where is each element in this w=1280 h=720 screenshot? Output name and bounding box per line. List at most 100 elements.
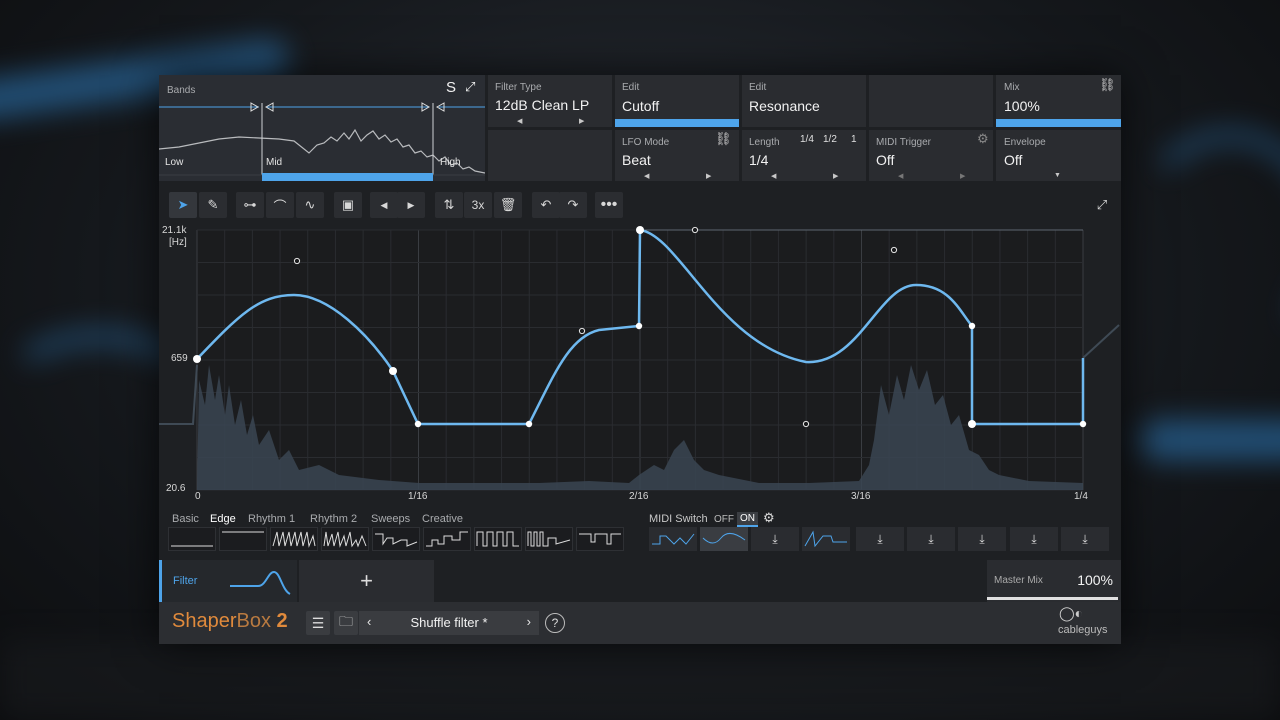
midi-slot-empty[interactable]: ⤓ <box>1010 527 1058 551</box>
midi-slot-shape[interactable] <box>802 527 850 551</box>
link-icon[interactable]: ⛓ <box>1099 77 1116 93</box>
preset-shape-pulse[interactable] <box>525 527 573 551</box>
bands-panel[interactable]: Bands S ⤢ Low Mid High <box>159 75 485 181</box>
shift-right-button[interactable]: ▶ <box>397 192 425 218</box>
more-button[interactable]: ••• <box>595 192 623 218</box>
tab-rhythm-1[interactable]: Rhythm 1 <box>248 513 295 525</box>
s-curve-shape-button[interactable]: ∿ <box>296 192 324 218</box>
length-option[interactable]: 1 <box>851 134 857 145</box>
gear-icon[interactable]: ⚙ <box>763 510 775 526</box>
dropdown-arrow-icon[interactable]: ▼ <box>1054 172 1061 179</box>
mix-level-bar[interactable] <box>996 119 1121 127</box>
shape-graph[interactable] <box>159 225 1121 505</box>
tab-edge[interactable]: Edge <box>210 513 236 525</box>
preset-shape-square[interactable] <box>474 527 522 551</box>
curve-handle[interactable] <box>890 246 898 254</box>
prev-arrow-icon[interactable]: ◀ <box>517 117 522 125</box>
lfo-mode-panel[interactable]: LFO Mode ⛓ Beat ◀ ▶ <box>615 130 739 181</box>
delete-button[interactable]: 🗑 <box>494 192 522 218</box>
filter-type-panel[interactable]: Filter Type 12dB Clean LP ◀ ▶ <box>488 75 612 127</box>
curve-shape-button[interactable]: ⌒ <box>266 192 294 218</box>
master-mix-panel[interactable]: Master Mix 100% <box>987 560 1121 602</box>
fullscreen-button[interactable]: ⤢ <box>1088 192 1116 218</box>
node-point[interactable] <box>193 355 201 363</box>
preset-shape-flat-high[interactable] <box>219 527 267 551</box>
midi-slot-empty[interactable]: ⤓ <box>907 527 955 551</box>
midi-switch-on[interactable]: ON <box>737 512 758 527</box>
preset-shape-spikes[interactable] <box>321 527 369 551</box>
y-axis-unit: [Hz] <box>169 237 187 248</box>
midi-slot-shape[interactable] <box>700 527 748 551</box>
node-point[interactable] <box>525 420 533 428</box>
expand-icon[interactable]: ⤢ <box>465 79 475 95</box>
prev-arrow-icon[interactable]: ◀ <box>771 172 776 180</box>
master-mix-level-bar[interactable] <box>987 597 1118 600</box>
folder-button[interactable]: 🗀 <box>334 611 358 635</box>
midi-slot-shape[interactable] <box>649 527 697 551</box>
undo-button[interactable]: ↶ <box>532 192 560 218</box>
prev-arrow-icon[interactable]: ◀ <box>898 172 903 180</box>
length-option[interactable]: 1/4 <box>800 134 814 145</box>
gear-icon[interactable]: ⚙ <box>977 131 989 147</box>
edit-cutoff-panel[interactable]: Edit Cutoff <box>615 75 739 127</box>
node-point[interactable] <box>636 226 644 234</box>
midi-switch-off[interactable]: OFF <box>714 514 734 525</box>
preset-shape-gate[interactable] <box>576 527 624 551</box>
solo-button[interactable]: S <box>446 79 456 96</box>
preset-shape-steps-down[interactable] <box>372 527 420 551</box>
next-preset-icon[interactable]: › <box>527 614 531 629</box>
download-icon: ⤓ <box>928 531 934 546</box>
length-panel[interactable]: Length 1/4 1/2 1 1/4 ◀ ▶ <box>742 130 866 181</box>
shift-left-button[interactable]: ◀ <box>370 192 398 218</box>
tab-sweeps[interactable]: Sweeps <box>371 513 410 525</box>
next-arrow-icon[interactable]: ▶ <box>706 172 711 180</box>
next-arrow-icon[interactable]: ▶ <box>960 172 965 180</box>
next-arrow-icon[interactable]: ▶ <box>579 117 584 125</box>
menu-button[interactable]: ☰ <box>306 611 330 635</box>
x-axis-label: 3/16 <box>851 491 871 502</box>
node-point[interactable] <box>968 420 976 428</box>
prev-arrow-icon[interactable]: ◀ <box>644 172 649 180</box>
midi-slot-empty[interactable]: ⤓ <box>856 527 904 551</box>
tab-basic[interactable]: Basic <box>172 513 199 525</box>
envelope-panel[interactable]: Envelope Off ▼ <box>996 130 1121 181</box>
draw-tool-button[interactable]: ✎ <box>199 192 227 218</box>
preset-shape-saw[interactable] <box>270 527 318 551</box>
help-icon[interactable]: ? <box>545 613 565 633</box>
mix-panel[interactable]: Mix ⛓ 100% <box>996 75 1121 127</box>
curve-handle[interactable] <box>293 257 301 265</box>
midi-slot-empty[interactable]: ⤓ <box>751 527 799 551</box>
node-point[interactable] <box>389 367 397 375</box>
x-axis-label: 2/16 <box>629 491 649 502</box>
tab-rhythm-2[interactable]: Rhythm 2 <box>310 513 357 525</box>
preset-shape-flat-low[interactable] <box>168 527 216 551</box>
midi-slot-empty[interactable]: ⤓ <box>1061 527 1109 551</box>
node-point[interactable] <box>968 322 976 330</box>
node-point[interactable] <box>414 420 422 428</box>
shape-editor[interactable]: 21.1k [Hz] 659 20.6 0 1/16 2/16 3/16 1/4 <box>159 225 1121 505</box>
curve-handle[interactable] <box>691 226 699 234</box>
redo-button[interactable]: ↷ <box>559 192 587 218</box>
pointer-tool-button[interactable]: ➤ <box>169 192 197 218</box>
curve-handle[interactable] <box>802 420 810 428</box>
midi-slot-empty[interactable]: ⤓ <box>958 527 1006 551</box>
preset-shape-steps-up[interactable] <box>423 527 471 551</box>
line-shape-button[interactable]: ⊶ <box>236 192 264 218</box>
length-option[interactable]: 1/2 <box>823 134 837 145</box>
flip-button[interactable]: ⇅ <box>435 192 463 218</box>
node-point[interactable] <box>1079 420 1087 428</box>
add-effect-button[interactable]: + <box>299 560 434 602</box>
edit-resonance-panel[interactable]: Edit Resonance <box>742 75 866 127</box>
multiply-button[interactable]: 3x <box>464 192 492 218</box>
tab-filter[interactable]: Filter <box>159 560 297 602</box>
midi-trigger-panel[interactable]: MIDI Trigger ⚙ Off ◀ ▶ <box>869 130 993 181</box>
curve-handle[interactable] <box>578 327 586 335</box>
download-icon: ⤓ <box>877 531 883 546</box>
preset-selector[interactable]: ‹ Shuffle filter * › <box>359 611 539 635</box>
select-all-button[interactable]: ▣ <box>334 192 362 218</box>
lfo-mode-label: LFO Mode <box>622 137 670 148</box>
next-arrow-icon[interactable]: ▶ <box>833 172 838 180</box>
tab-creative[interactable]: Creative <box>422 513 463 525</box>
node-point[interactable] <box>635 322 643 330</box>
link-icon[interactable]: ⛓ <box>715 131 732 147</box>
